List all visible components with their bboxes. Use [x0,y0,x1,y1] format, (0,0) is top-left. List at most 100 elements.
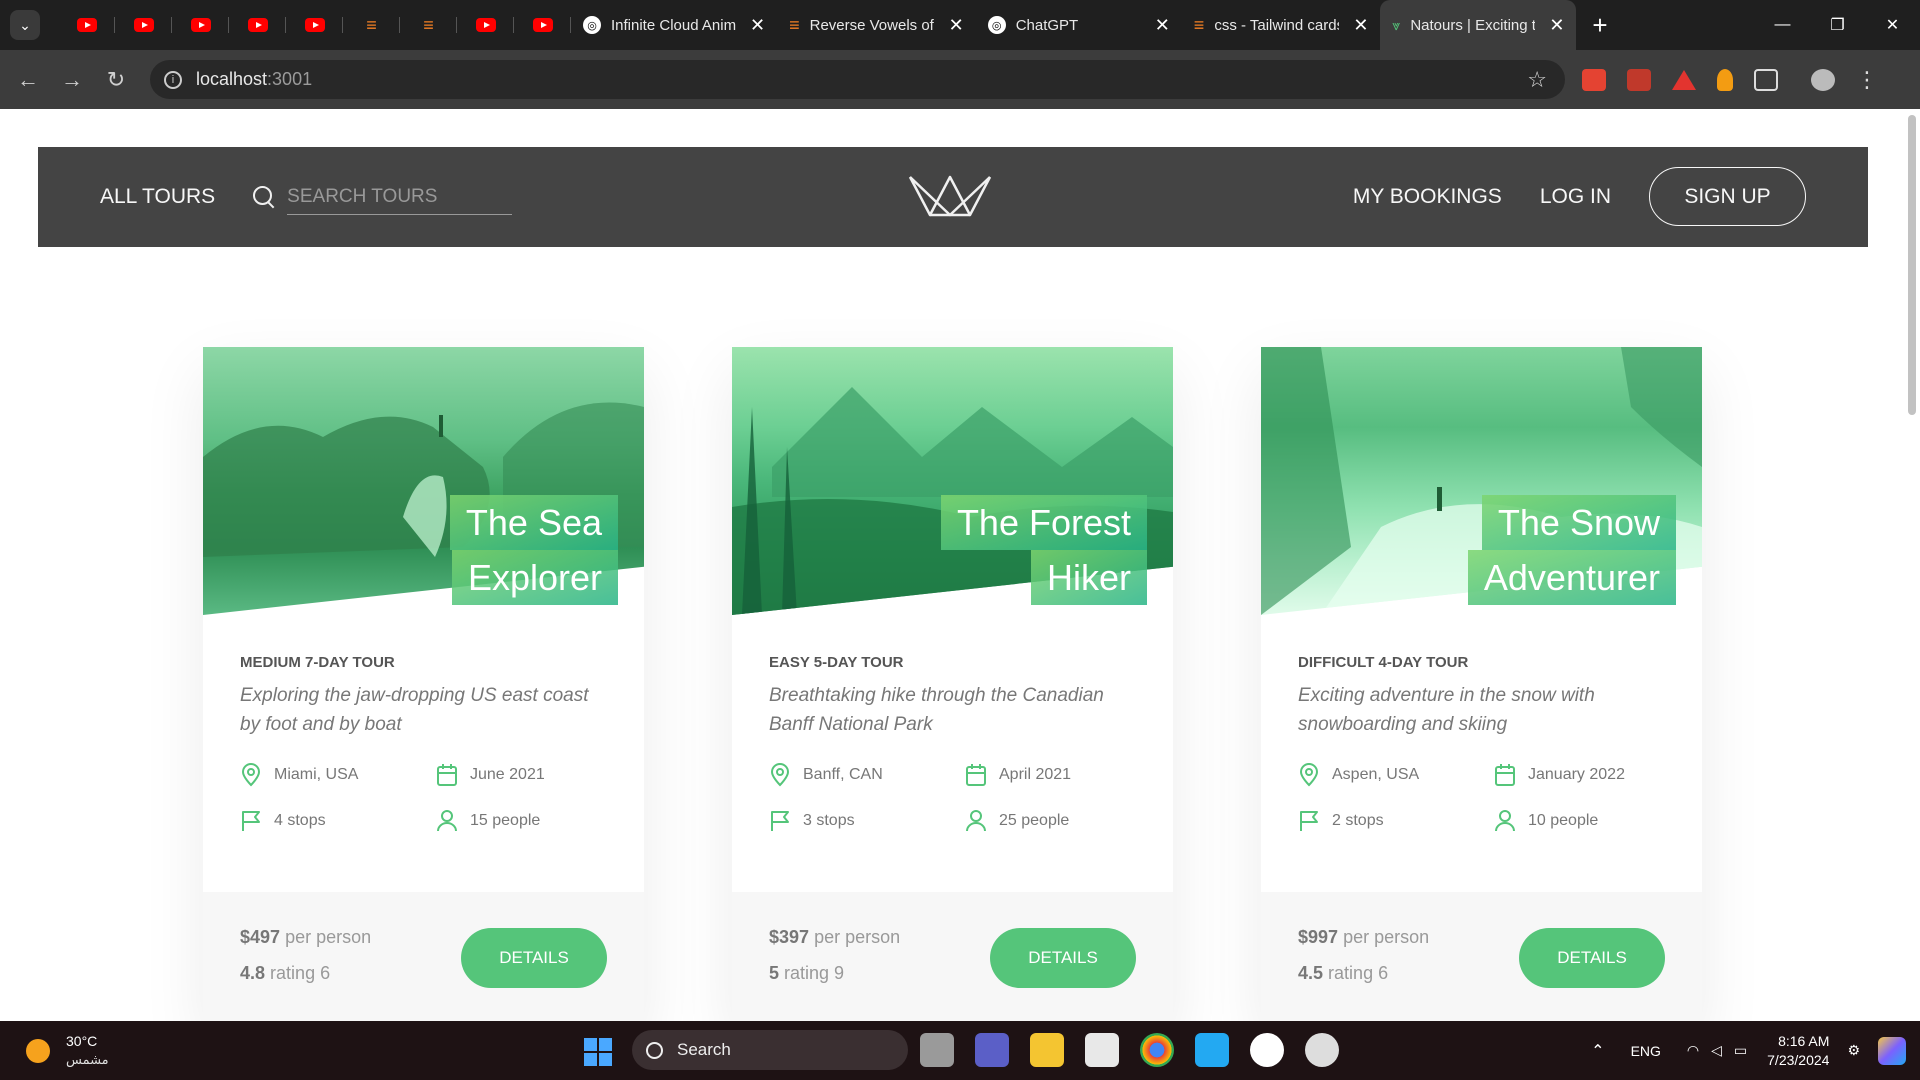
forward-icon[interactable]: → [50,67,94,93]
browser-tab[interactable]: ◎ ChatGPT ✕ [976,0,1182,50]
fact-stops: 3 stops [769,809,965,833]
url-text: localhost:3001 [196,69,313,89]
language-indicator[interactable]: ENG [1631,1043,1661,1059]
nav-all-tours[interactable]: All tours [100,185,215,209]
todoist-extension-icon[interactable] [1582,68,1606,91]
window-controls: — ❐ ✕ [1755,0,1920,50]
browser-tab-active[interactable]: ⩔ Natours | Exciting t ✕ [1380,0,1577,50]
clock-app-icon[interactable] [1305,1033,1339,1067]
search-input[interactable] [287,179,513,215]
pinned-tab-stackoverflow[interactable]: ≡ [343,0,400,50]
bookmark-star-icon[interactable]: ☆ [1527,67,1547,93]
natours-logo[interactable] [908,173,992,224]
app-icon[interactable] [1250,1033,1284,1067]
stackoverflow-icon: ≡ [423,14,434,35]
close-icon[interactable]: ✕ [949,15,964,36]
clock[interactable]: 8:16 AM 7/23/2024 [1767,1032,1829,1070]
map-pin-icon [241,763,261,787]
pinned-tab-youtube[interactable] [58,0,115,50]
copilot-icon[interactable] [1878,1036,1906,1065]
natours-icon: ⩔ [1392,16,1401,33]
back-icon[interactable]: ← [6,67,50,93]
details-button[interactable]: Details [990,928,1136,988]
close-icon[interactable]: ✕ [1549,15,1564,36]
taskbar-search[interactable]: Search [632,1030,908,1070]
pinned-tab-stackoverflow[interactable]: ≡ [400,0,457,50]
fact-people: 10 people [1494,809,1674,833]
card-header: The Forest Hiker [732,347,1173,615]
weather-widget[interactable]: 30°C مشمس [26,1033,109,1068]
pinned-tab-youtube[interactable] [115,0,172,50]
youtube-icon [76,18,97,32]
extension-icon[interactable] [1717,68,1733,91]
page-scrollbar[interactable] [1904,109,1920,1021]
browser-tab[interactable]: ≡ css - Tailwind cards ✕ [1182,0,1381,50]
site-info-icon[interactable]: i [164,70,182,89]
close-icon[interactable]: ✕ [750,15,765,36]
tour-card: The Forest Hiker Easy 5-day tour Breathta… [732,347,1173,1021]
fact-people: 15 people [436,809,616,833]
reload-icon[interactable]: ↻ [94,67,138,93]
pinned-tab-youtube[interactable] [172,0,229,50]
teams-icon[interactable] [975,1033,1009,1067]
pinned-tab-youtube[interactable] [286,0,343,50]
tab-title: ChatGPT [1015,16,1079,34]
tab-title: Reverse Vowels of a [809,16,935,34]
scrollbar-thumb[interactable] [1908,115,1916,415]
details-button[interactable]: Details [1519,928,1665,988]
pinned-tab-youtube[interactable] [514,0,571,50]
new-tab-button[interactable]: + [1592,10,1607,41]
card-header: The Snow Adventurer [1261,347,1702,615]
extension-triangle-icon[interactable] [1672,69,1696,90]
wifi-icon[interactable]: ◠ [1687,1042,1699,1059]
profile-avatar[interactable] [1811,68,1835,91]
pinned-tabs: ≡ ≡ [58,0,571,50]
nav-my-bookings[interactable]: My bookings [1353,185,1502,209]
pinned-tab-youtube[interactable] [229,0,286,50]
tour-difficulty: Medium 7-day tour [240,654,395,671]
close-icon[interactable]: ✕ [1155,15,1170,36]
tour-card: The Sea Explorer Medium 7-day tour Explor… [203,347,644,1021]
sign-up-button[interactable]: Sign up [1649,167,1806,226]
details-button[interactable]: Details [461,928,607,988]
close-icon[interactable]: ✕ [1353,15,1368,36]
url-input[interactable]: i localhost:3001 ☆ [150,60,1565,99]
browser-tab[interactable]: ≡ Reverse Vowels of a ✕ [777,0,976,50]
search-icon[interactable] [253,186,275,208]
chevron-up-icon[interactable]: ⌃ [1591,1041,1604,1061]
os-taskbar: 30°C مشمس Search ⌃ ENG ◠ ◁ ▭ 8:16 AM 7/2… [0,1021,1920,1080]
taskbar-apps [920,1033,1360,1067]
tab-title: css - Tailwind cards [1214,16,1340,34]
card-footer: $997 per person 4.5 rating 6 Details [1261,892,1702,1021]
fact-people: 25 people [965,809,1145,833]
microsoft-store-icon[interactable] [1085,1033,1119,1067]
map-pin-icon [1299,763,1319,787]
pinned-tab-youtube[interactable] [457,0,514,50]
minimize-icon[interactable]: — [1755,0,1810,50]
tour-title: The Forest Hiker [940,495,1147,605]
close-window-icon[interactable]: ✕ [1865,0,1920,50]
user-icon [1495,810,1515,832]
vscode-icon[interactable] [1195,1033,1229,1067]
browser-tab[interactable]: ◎ Infinite Cloud Anim ✕ [571,0,777,50]
restore-icon[interactable]: ❐ [1810,0,1865,50]
system-tray: ⌃ ENG ◠ ◁ ▭ 8:16 AM 7/23/2024 ⚙ [1591,1021,1920,1080]
tour-difficulty: Difficult 4-day tour [1298,654,1469,671]
weather-condition: مشمس [66,1052,109,1067]
tab-title: Infinite Cloud Anim [611,16,736,34]
nav-log-in[interactable]: Log in [1540,185,1611,209]
settings-gear-icon[interactable]: ⚙ [1847,1042,1860,1059]
extensions-puzzle-icon[interactable] [1754,68,1778,91]
chrome-icon[interactable] [1140,1033,1174,1067]
tour-cards: The Sea Explorer Medium 7-day tour Explor… [203,347,1702,1021]
tab-search-button[interactable]: ⌄ [10,10,40,40]
battery-icon[interactable]: ▭ [1734,1042,1747,1059]
extension-icon[interactable] [1627,68,1651,91]
windows-start-button[interactable] [584,1038,612,1066]
card-footer: $397 per person 5 rating 9 Details [732,892,1173,1021]
volume-icon[interactable]: ◁ [1711,1042,1722,1059]
fact-location: Aspen, USA [1298,763,1494,787]
task-view-icon[interactable] [920,1033,954,1067]
more-menu-icon[interactable]: ⋮ [1856,67,1878,93]
file-explorer-icon[interactable] [1030,1033,1064,1067]
